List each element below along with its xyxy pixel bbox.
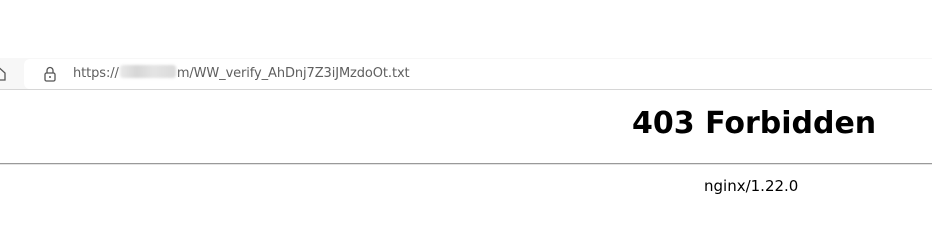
divider bbox=[0, 163, 932, 165]
redacted-domain bbox=[119, 65, 176, 78]
browser-toolbar: https:// m/WW_verify_AhDnj7Z3iJMzdoOt.txt bbox=[0, 58, 932, 90]
home-icon[interactable] bbox=[0, 66, 6, 81]
url-suffix: m/WW_verify_AhDnj7Z3iJMzdoOt.txt bbox=[176, 66, 410, 81]
server-signature: nginx/1.22.0 bbox=[704, 177, 799, 195]
page-title: 403 Forbidden bbox=[632, 106, 877, 141]
lock-icon[interactable] bbox=[42, 65, 58, 83]
page-content: 403 Forbidden nginx/1.22.0 bbox=[0, 90, 932, 251]
window-top-area bbox=[0, 0, 932, 58]
url-prefix: https:// bbox=[73, 66, 119, 81]
address-bar[interactable]: https:// m/WW_verify_AhDnj7Z3iJMzdoOt.txt bbox=[24, 59, 932, 89]
url-text[interactable]: https:// m/WW_verify_AhDnj7Z3iJMzdoOt.txt bbox=[73, 65, 410, 83]
